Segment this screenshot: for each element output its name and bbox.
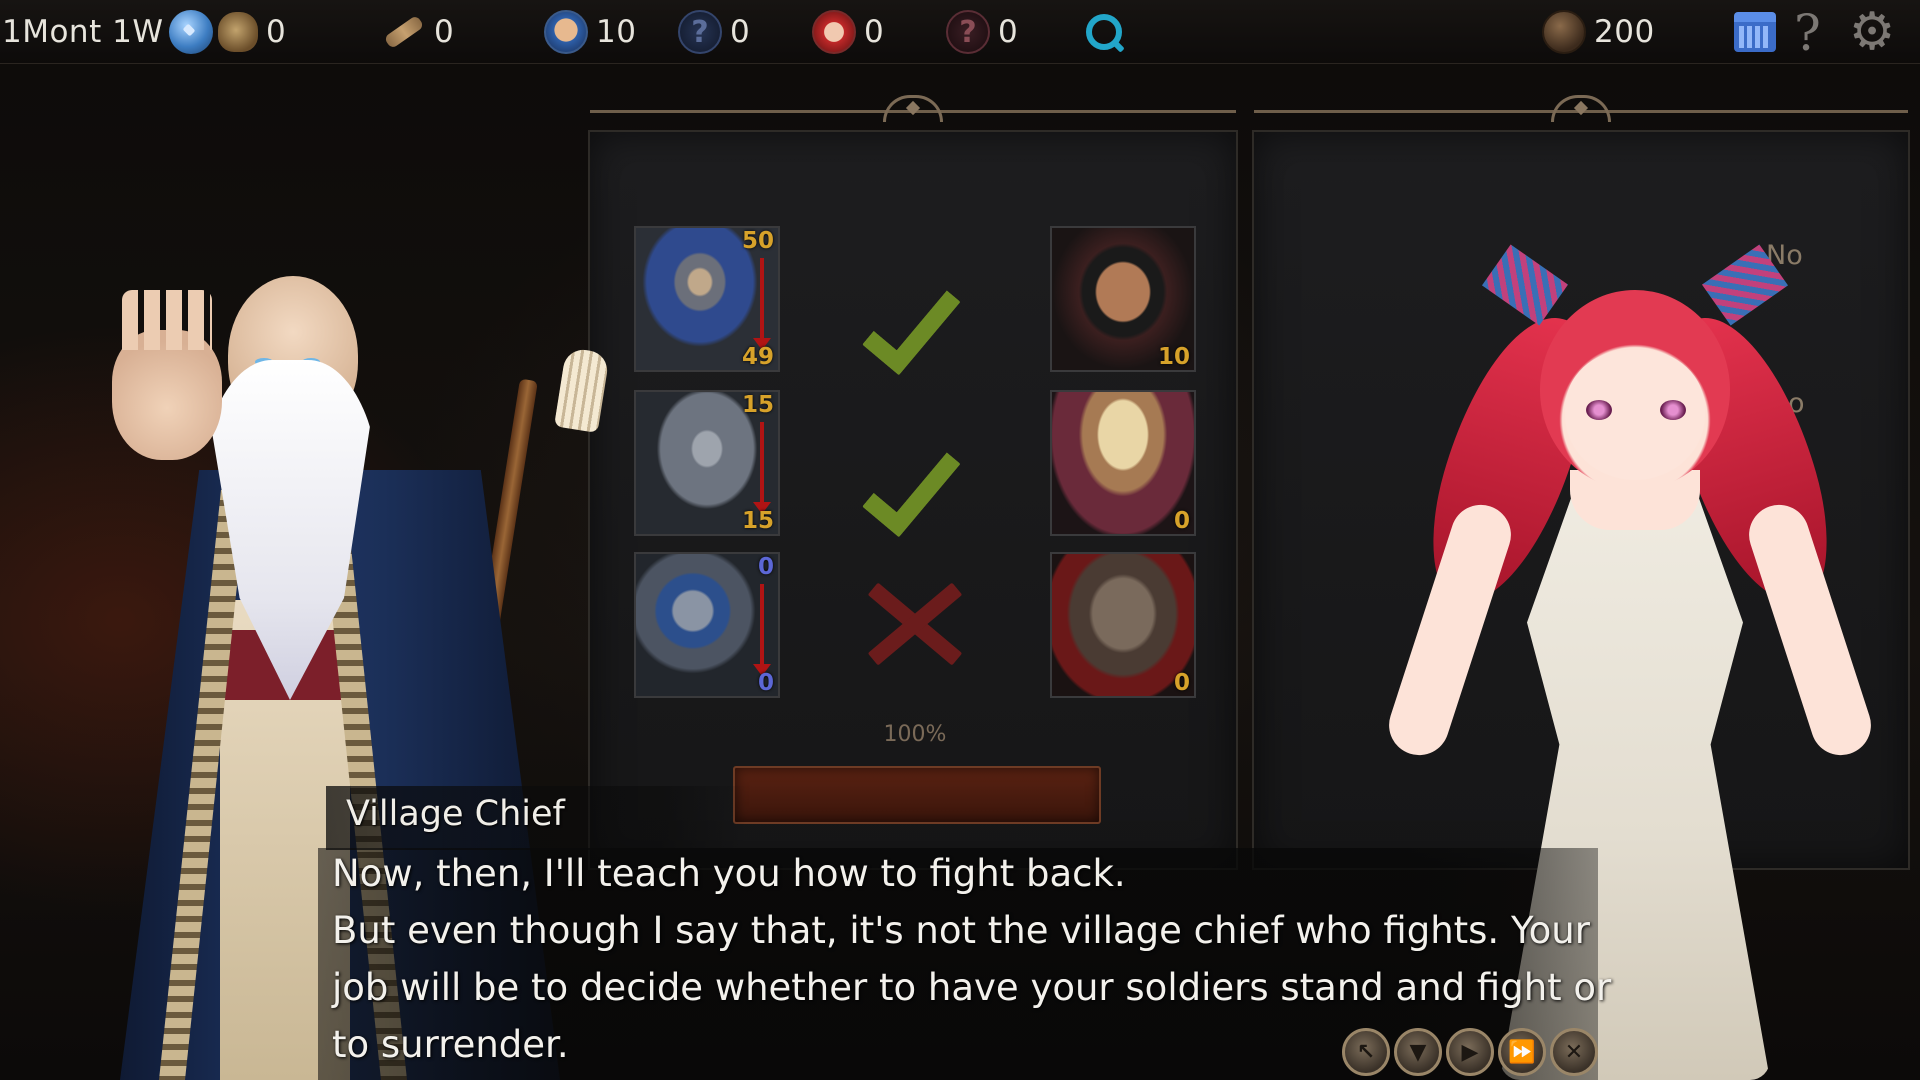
turbaned-raider-portrait (1052, 392, 1194, 534)
battle-button[interactable] (733, 766, 1101, 824)
win-rate-label: 100% (883, 722, 947, 747)
unit-count-before: 15 (741, 392, 774, 418)
settings-icon[interactable]: ⚙ (1848, 6, 1896, 58)
hide-icon[interactable]: ▼ (1394, 1028, 1442, 1076)
enemy-count: 0 (1173, 670, 1190, 696)
resource-unknown-ally[interactable]: ? 0 (678, 8, 750, 56)
raised-hand (112, 290, 222, 460)
enemy-unit-card-orc[interactable]: 0 (1050, 552, 1196, 698)
gold-display: 200 (1542, 8, 1655, 56)
scroll-count: 0 (434, 14, 455, 50)
unit-count-before: 0 (757, 554, 774, 580)
staff-head (554, 347, 610, 433)
unit-count-after: 15 (741, 508, 774, 534)
unknown-ally-icon: ? (678, 10, 722, 54)
eye (1586, 400, 1612, 420)
panel-ornament (590, 110, 1236, 140)
dialogue-line: Now, then, I'll teach you how to fight b… (332, 852, 1126, 895)
resource-unknown-enemy[interactable]: ? 0 (946, 8, 1018, 56)
search-icon (1086, 14, 1122, 50)
ally-unit-card-spearman[interactable]: 50 49 (634, 226, 780, 372)
help-icon[interactable]: ? (1794, 4, 1821, 62)
ally-unit-card-cavalry[interactable]: 0 0 (634, 552, 780, 698)
unit-count-after: 49 (741, 344, 774, 370)
game-screen: 1Mont 1W 0 0 10 ? 0 0 ? 0 200 ? ⚙ 50 49 … (0, 0, 1920, 1080)
villager-count: 10 (596, 14, 637, 50)
coin-icon (1542, 10, 1586, 54)
skip-icon[interactable]: ✕ (1550, 1028, 1598, 1076)
dialogue-controls: ↖ ▼ ▶ ⏩ ✕ (1342, 1028, 1598, 1080)
panel-ornament (1254, 110, 1908, 140)
back-icon[interactable]: ↖ (1342, 1028, 1390, 1076)
search-button[interactable] (1086, 8, 1122, 56)
fast-forward-icon[interactable]: ⏩ (1498, 1028, 1546, 1076)
loss-arrow-icon (753, 258, 771, 350)
globe-icon[interactable] (169, 10, 214, 54)
orc-portrait (1052, 554, 1194, 696)
dialogue-line: to surrender. (332, 1023, 569, 1066)
grain-icon (218, 12, 258, 52)
unit-count-after: 0 (757, 670, 774, 696)
unknown-enemy-icon: ? (946, 10, 990, 54)
villager-face-icon (544, 10, 588, 54)
enemy-count: 10 (1157, 344, 1190, 370)
dialogue-line: job will be to decide whether to have yo… (332, 966, 1612, 1009)
check-icon (858, 252, 968, 352)
date-display: 1Mont 1W (2, 8, 214, 56)
enemy-unit-card-turbaned[interactable]: 0 (1050, 390, 1196, 536)
loss-arrow-icon (753, 422, 771, 514)
calendar-icon[interactable] (1734, 12, 1776, 52)
gold-count: 200 (1594, 14, 1655, 50)
resource-scroll[interactable]: 0 (382, 8, 454, 56)
play-icon[interactable]: ▶ (1446, 1028, 1494, 1076)
ally-unit-card-knight[interactable]: 15 15 (634, 390, 780, 536)
unknown-enemy-count: 0 (998, 14, 1019, 50)
red-haired-count: 0 (864, 14, 885, 50)
scroll-icon-wrap (382, 10, 426, 54)
check-icon (858, 414, 968, 514)
enemy-count: 0 (1173, 508, 1190, 534)
speaker-name: Village Chief (346, 794, 565, 834)
resource-red-haired[interactable]: 0 (812, 8, 884, 56)
date-label: 1Mont 1W (2, 14, 164, 50)
unknown-ally-count: 0 (730, 14, 751, 50)
dialogue-line: But even though I say that, it's not the… (332, 909, 1590, 952)
cross-icon (860, 574, 970, 674)
enemy-unit-card-bandit[interactable]: 10 (1050, 226, 1196, 372)
top-status-bar: 1Mont 1W 0 0 10 ? 0 0 ? 0 200 ? ⚙ (0, 0, 1920, 64)
resource-villagers[interactable]: 10 (544, 8, 636, 56)
scroll-icon (383, 14, 425, 50)
loss-arrow-icon (753, 584, 771, 676)
red-haired-face-icon (812, 10, 856, 54)
grain-count: 0 (266, 14, 287, 50)
resource-grain[interactable]: 0 (218, 8, 286, 56)
unit-count-before: 50 (741, 228, 774, 254)
eye (1660, 400, 1686, 420)
